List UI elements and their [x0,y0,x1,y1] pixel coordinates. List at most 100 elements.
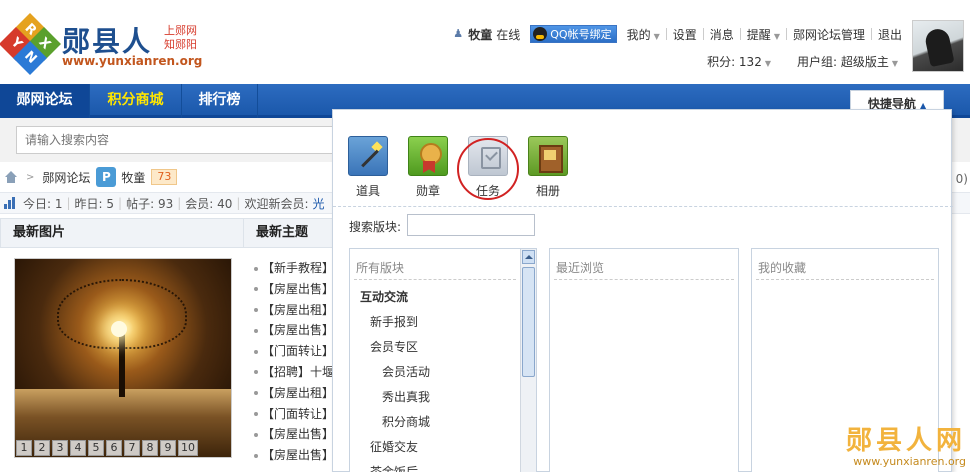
divider: | [118,196,123,210]
pager-item[interactable]: 10 [178,440,198,456]
pager-item[interactable]: 1 [16,440,32,456]
site-watermark: 郧县人网 www.yunxianren.org [846,427,966,468]
home-icon[interactable] [4,171,18,183]
my-menu[interactable]: 我的 ▼ [627,26,660,43]
user-count-badge: 73 [151,169,178,185]
breadcrumb-forum[interactable]: 郧网论坛 [42,169,90,186]
forum-item[interactable]: 新手报到 [350,310,520,335]
bullet-icon [254,349,258,354]
site-logo[interactable]: R Y X N 郧县人 上郧网 知郧阳 www.yunxianren.org [0,13,204,75]
divider [554,279,734,280]
tool-label: 勋章 [415,184,440,198]
list-item[interactable]: 【门面转让】 [252,404,336,425]
usergroup-menu[interactable]: 用户组: 超级版主 ▼ [797,53,898,70]
divider [702,28,704,40]
messages-link[interactable]: 消息 [710,26,734,43]
scrollbar[interactable] [520,249,536,472]
all-forums-column: 所有版块 互动交流 新手报到 会员专区 会员活动 秀出真我 积分商城 征婚交友 … [349,248,537,472]
photo-pager: 1 2 3 4 5 6 7 8 9 10 [16,440,198,456]
divider: | [177,196,182,210]
bullet-icon [254,308,258,313]
forum-subitem[interactable]: 积分商城 [350,410,520,435]
divider: | [66,196,71,210]
watermark-url: www.yunxianren.org [853,455,966,468]
pager-item[interactable]: 3 [52,440,68,456]
pager-item[interactable]: 2 [34,440,50,456]
featured-photo[interactable] [14,258,232,458]
column-title: 所有版块 [356,261,405,275]
chevron-right-icon: > [26,171,35,183]
chevron-down-icon: ▼ [764,58,771,68]
list-item[interactable]: 【房屋出售】 [252,320,336,341]
usergroup-label: 用户组: 超级版主 [796,54,889,69]
photo-sun [111,321,127,337]
avatar[interactable] [912,20,964,72]
pager-item[interactable]: 9 [160,440,176,456]
list-item[interactable]: 【房屋出租】 [252,300,336,321]
logo-sub-line: 上郧网 [164,24,197,37]
pager-item[interactable]: 6 [106,440,122,456]
tool-item-props[interactable]: 道具 [347,136,389,199]
scroll-up-icon[interactable] [522,250,535,264]
column-title: 我的收藏 [758,261,807,275]
topic-title: 【房屋出售】 [262,427,335,442]
forum-item[interactable]: 征婚交友 [350,435,520,460]
breadcrumb-user[interactable]: 牧童 [121,169,145,186]
list-item[interactable]: 【房屋出租】 [252,383,336,404]
chevron-down-icon: ▼ [773,31,780,41]
qq-bind-button[interactable]: QQ帐号绑定 [530,25,617,43]
recent-forums-column: 最近浏览 [549,248,739,472]
list-item[interactable]: 【房屋出售】 [252,424,336,445]
notify-menu[interactable]: 提醒 ▼ [747,26,780,43]
notify-label: 提醒 [746,27,771,42]
forum-item[interactable]: 茶余饭后 [350,460,520,472]
forum-list: 互动交流 新手报到 会员专区 会员活动 秀出真我 积分商城 征婚交友 茶余饭后 [350,285,520,472]
topic-title: 【房屋出售】 [262,281,335,296]
topic-title: 【房屋出售】 [262,323,335,338]
scroll-thumb[interactable] [522,267,535,377]
topic-title: 【门面转让】 [262,406,335,421]
stat-posts: 帖子: 93 [126,196,174,211]
divider: | [236,196,241,210]
forum-category[interactable]: 互动交流 [350,285,520,310]
pager-item[interactable]: 8 [142,440,158,456]
logo-sub-line: 知郧阳 [164,38,197,51]
stats-bar-icon [4,197,18,209]
latest-photos-header: 最新图片 [0,218,244,248]
pager-item[interactable]: 5 [88,440,104,456]
forum-subitem[interactable]: 会员活动 [350,360,520,385]
nav-forum[interactable]: 郧网论坛 [0,84,90,118]
list-item[interactable]: 【招聘】十堰 [252,362,336,383]
bullet-icon [254,391,258,396]
nav-points-mall[interactable]: 积分商城 [90,84,182,118]
topic-title: 【招聘】十堰 [262,364,335,379]
qq-bind-label: QQ帐号绑定 [550,28,612,41]
logo-cube-icon: R Y X N [0,13,61,75]
divider [756,279,934,280]
online-status[interactable]: 在线 [496,26,520,43]
settings-link[interactable]: 设置 [673,26,697,43]
points-label: 积分: 132 [707,54,762,69]
forum-item[interactable]: 会员专区 [350,335,520,360]
list-item[interactable]: 【门面转让】 [252,341,336,362]
points-menu[interactable]: 积分: 132 ▼ [707,53,771,70]
list-item[interactable]: 【房屋出售】 [252,445,336,466]
divider [870,28,872,40]
forum-subitem[interactable]: 秀出真我 [350,385,520,410]
new-member-link[interactable]: 光 [313,195,325,212]
chevron-down-icon: ▼ [891,58,898,68]
tool-item-album[interactable]: 相册 [527,136,569,199]
tool-item-medals[interactable]: 勋章 [407,136,449,199]
pager-item[interactable]: 7 [124,440,140,456]
logout-link[interactable]: 退出 [878,26,902,43]
username-link[interactable]: 牧童 [468,26,492,43]
nav-ranking[interactable]: 排行榜 [182,84,258,118]
list-item[interactable]: 【房屋出售】 [252,279,336,300]
admin-link[interactable]: 郧网论坛管理 [793,26,865,43]
qq-penguin-icon [533,27,548,41]
divider [739,28,741,40]
list-item[interactable]: 【新手教程】 [252,258,336,279]
forum-search-input[interactable] [407,214,535,236]
user-profile-icon[interactable]: P [96,167,117,187]
pager-item[interactable]: 4 [70,440,86,456]
